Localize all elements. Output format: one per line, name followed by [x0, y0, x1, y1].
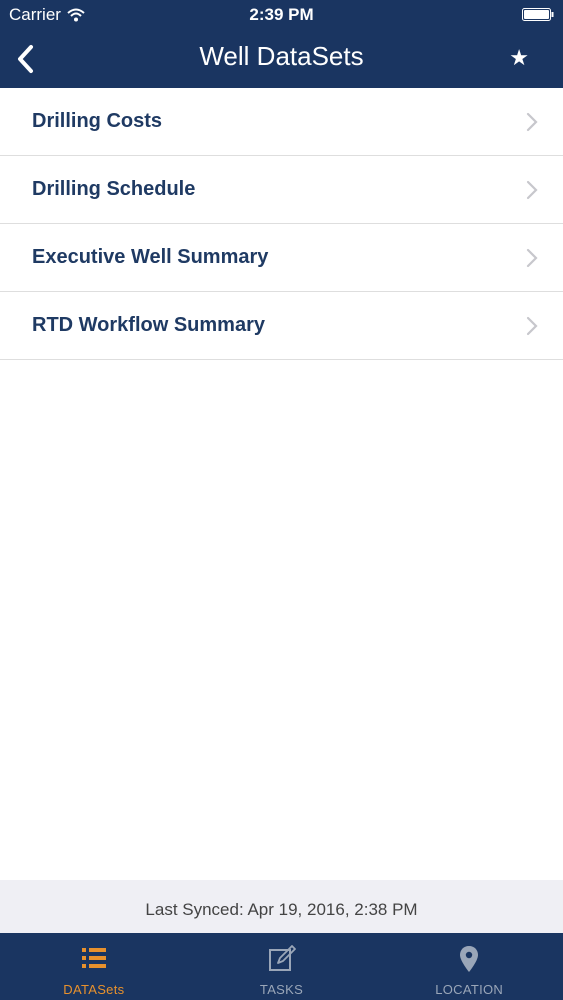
- chevron-right-icon: [526, 112, 538, 132]
- dataset-list: Drilling Costs Drilling Schedule Executi…: [0, 88, 563, 360]
- status-bar: Carrier 2:39 PM: [0, 0, 563, 30]
- app-header: Carrier 2:39 PM Well DataSets ★: [0, 0, 563, 88]
- location-pin-icon: [460, 946, 479, 972]
- chevron-right-icon: [526, 248, 538, 268]
- list-item[interactable]: RTD Workflow Summary: [0, 292, 563, 360]
- star-icon[interactable]: ★: [509, 45, 529, 71]
- chevron-right-icon: [526, 316, 538, 336]
- status-time: 2:39 PM: [249, 5, 314, 24]
- list-item[interactable]: Drilling Costs: [0, 88, 563, 156]
- list-item-label: Drilling Schedule: [32, 178, 196, 200]
- list-icon: [81, 948, 106, 968]
- last-synced-bar: Last Synced: Apr 19, 2016, 2:38 PM: [0, 880, 563, 933]
- tab-tasks[interactable]: TASKS: [188, 933, 376, 1000]
- tab-datasets[interactable]: DATASets: [0, 933, 188, 1000]
- list-item[interactable]: Drilling Schedule: [0, 156, 563, 224]
- tab-label: DATASets: [63, 982, 125, 997]
- tab-bar: DATASets TASKS LOCATION: [0, 933, 563, 1000]
- tab-location[interactable]: LOCATION: [375, 933, 563, 1000]
- battery-icon: [522, 8, 554, 21]
- chevron-right-icon: [526, 180, 538, 200]
- page-title: Well DataSets: [199, 41, 364, 71]
- list-item-label: Executive Well Summary: [32, 246, 269, 268]
- list-item-label: Drilling Costs: [32, 110, 163, 132]
- navigation-bar: Well DataSets ★: [0, 30, 563, 88]
- last-synced-text: Last Synced: Apr 19, 2016, 2:38 PM: [145, 900, 418, 919]
- list-item[interactable]: Executive Well Summary: [0, 224, 563, 292]
- tab-label: TASKS: [259, 982, 304, 997]
- list-item-label: RTD Workflow Summary: [32, 314, 265, 336]
- edit-icon: [268, 945, 296, 971]
- tab-label: LOCATION: [435, 982, 504, 997]
